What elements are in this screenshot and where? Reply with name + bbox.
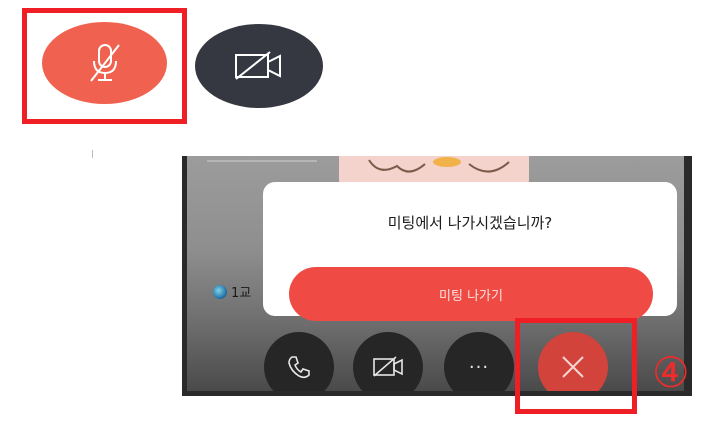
step-number-annotation: ④ <box>652 348 690 397</box>
participant-name-tag: 1교 <box>213 282 251 301</box>
divider-mark <box>92 150 93 158</box>
more-icon: ··· <box>468 356 490 378</box>
phone-icon <box>288 356 310 379</box>
participant-name: 1교 <box>231 286 252 301</box>
mic-off-icon <box>89 44 120 82</box>
mute-mic-button[interactable] <box>42 22 167 104</box>
camera-off-button[interactable] <box>195 24 323 108</box>
video-toggle-button[interactable] <box>353 332 423 391</box>
more-options-button[interactable]: ··· <box>444 332 514 391</box>
end-call-highlight-box <box>515 318 637 414</box>
leave-meeting-button[interactable]: 미팅 나가기 <box>289 267 653 321</box>
video-off-icon <box>235 51 281 80</box>
leave-meeting-dialog: 미팅에서 나가시겠습니까? 미팅 나가기 <box>263 182 677 321</box>
participant-avatar <box>213 284 227 299</box>
dialog-message: 미팅에서 나가시겠습니까? <box>387 214 553 232</box>
video-off-icon <box>373 356 403 377</box>
phone-button[interactable] <box>264 332 334 391</box>
video-tile-edge <box>207 160 317 162</box>
leave-meeting-label: 미팅 나가기 <box>439 288 503 304</box>
